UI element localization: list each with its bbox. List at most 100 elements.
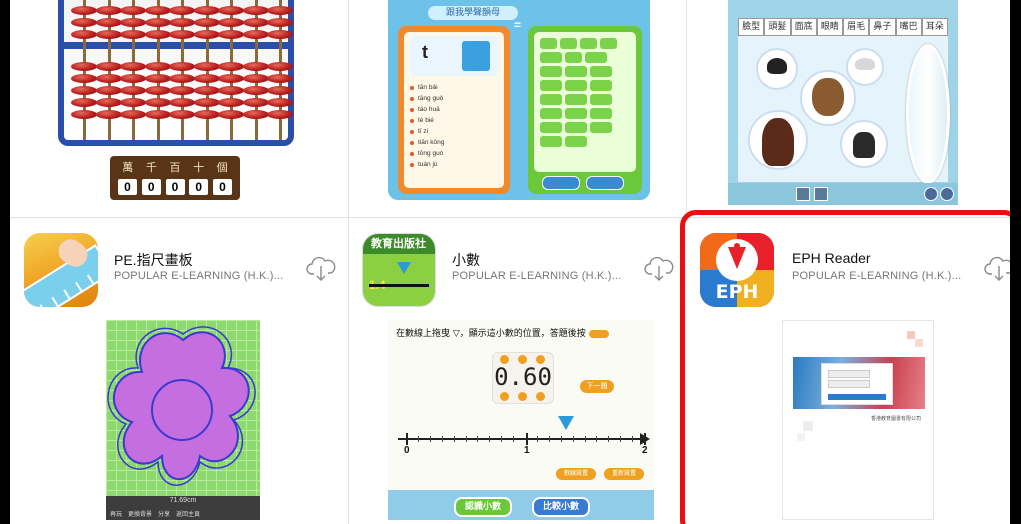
abacus-bead — [95, 6, 122, 15]
number-line-minor-tick — [441, 436, 443, 442]
letter-picture-icon — [462, 41, 490, 71]
letter-card: t — [410, 36, 498, 76]
pinyin-chip — [590, 66, 612, 77]
abacus-bead — [193, 98, 220, 107]
abacus-bead — [193, 86, 220, 95]
abacus-bead — [120, 110, 146, 119]
abacus-bead — [193, 62, 220, 71]
abacus-bead — [218, 86, 244, 95]
number-line-major-tick — [644, 433, 646, 445]
learn-decimal-button: 認識小數 — [454, 497, 512, 517]
abacus-bead — [242, 30, 269, 39]
app-name[interactable]: EPH Reader — [792, 250, 871, 266]
column-divider — [686, 0, 687, 216]
decimal-game-screenshot[interactable]: 在數線上拖曳 ▽，顯示這小數的位置，答題後按 0.60 下一題 0 1 2 數線… — [388, 320, 654, 520]
flower-drawing-screenshot[interactable]: 71.69cm 再玩 更換背景 分享 返回主頁 — [106, 320, 260, 520]
number-line-major-tick — [526, 433, 528, 445]
pinyin-word: tuán jù — [410, 159, 500, 170]
pinyin-page-button — [542, 176, 580, 190]
number-line-minor-tick — [489, 436, 491, 442]
face-part-tabs: 臉型 頭髮 面底 眼睛 眉毛 鼻子 嘴巴 耳朵 — [738, 18, 948, 36]
ruler-finger-icon[interactable] — [24, 233, 98, 307]
face-tab: 鼻子 — [869, 18, 896, 36]
app-developer[interactable]: POPULAR E-LEARNING (H.K.)... — [114, 270, 283, 282]
column-divider — [348, 0, 349, 524]
abacus-bead — [95, 30, 122, 39]
settings-button: 數線設置 — [556, 468, 596, 480]
hair-option — [756, 48, 798, 90]
cloud-download-icon[interactable] — [306, 256, 336, 282]
abacus-bead — [218, 62, 244, 71]
pinyin-app-screenshot[interactable]: 跟我學聲韻母 = t tān bǎi tāng guǒ táo huā tè b… — [388, 0, 650, 200]
pinyin-word: tè bié — [410, 115, 500, 126]
pinyin-chip — [540, 108, 562, 119]
pinyin-page-button — [586, 176, 624, 190]
abacus-bead — [169, 74, 195, 83]
abacus-bead — [169, 86, 195, 95]
place-label: 百 — [169, 161, 181, 174]
app-developer[interactable]: POPULAR E-LEARNING (H.K.)... — [452, 270, 621, 282]
eph-reader-screenshot[interactable]: 香港教育圖書有限公司 — [782, 320, 934, 520]
pinyin-chip — [565, 136, 587, 147]
pinyin-left-page: t tān bǎi tāng guǒ táo huā tè bié tī zi … — [398, 26, 510, 194]
abacus-screenshot[interactable]: 萬 千 百 十 個 0 0 0 0 0 — [50, 0, 302, 200]
cloud-download-icon[interactable] — [984, 256, 1010, 282]
abacus-bead — [242, 62, 269, 71]
abacus-bead — [120, 74, 146, 83]
abacus-bead — [267, 30, 293, 39]
face-builder-screenshot[interactable]: 臉型 頭髮 面底 眼睛 眉毛 鼻子 嘴巴 耳朵 — [728, 0, 958, 205]
abacus-bead — [169, 18, 195, 27]
face-tab: 頭髮 — [764, 18, 791, 36]
number-line-minor-tick — [596, 436, 598, 442]
number-line-minor-tick — [477, 436, 479, 442]
pinyin-chip — [540, 38, 557, 49]
app-developer[interactable]: POPULAR E-LEARNING (H.K.)... — [792, 270, 961, 282]
axis-label: 0 — [404, 445, 410, 456]
eph-logo-icon[interactable]: EPH — [700, 233, 774, 307]
pinyin-chip — [540, 66, 562, 77]
abacus-bead — [95, 62, 122, 71]
eph-icon-text: EPH — [715, 281, 759, 303]
place-label: 個 — [216, 161, 228, 174]
digit-display: 0 — [165, 179, 185, 195]
pinyin-chip — [585, 52, 607, 63]
abacus-bead — [218, 6, 244, 15]
abacus-bead — [95, 110, 122, 119]
number-line-minor-tick — [584, 436, 586, 442]
cloud-download-icon[interactable] — [644, 256, 674, 282]
app-name[interactable]: 小數 — [452, 250, 480, 270]
pinyin-chip — [565, 122, 587, 133]
abacus-bead — [71, 30, 97, 39]
abacus-bead — [242, 98, 269, 107]
abacus-bead — [218, 110, 244, 119]
number-line-minor-tick — [417, 436, 419, 442]
place-label: 十 — [193, 161, 205, 174]
face-tab: 眼睛 — [816, 18, 843, 36]
abacus-bead — [242, 86, 269, 95]
digit-display: 0 — [141, 179, 161, 195]
equals-sign: = — [514, 18, 522, 32]
flower-menu-item: 返回主頁 — [176, 511, 201, 518]
reader-footer-text: 香港教育圖書有限公司 — [870, 416, 921, 422]
pinyin-chip — [580, 38, 597, 49]
abacus-bead — [144, 18, 171, 27]
decimal-reading: 0.60 — [492, 352, 554, 404]
app-name[interactable]: PE.指尺畫板 — [114, 250, 193, 270]
pinyin-chip — [540, 94, 562, 105]
abacus-bead — [169, 6, 195, 15]
abacus-bead — [120, 86, 146, 95]
place-label: 萬 — [122, 161, 134, 174]
abacus-bead — [144, 74, 171, 83]
pinyin-chip — [565, 94, 587, 105]
abacus-bead — [193, 110, 220, 119]
abacus-bead — [71, 110, 97, 119]
flower-menu-item: 更換背景 — [128, 511, 153, 518]
abacus-bead — [120, 6, 146, 15]
compare-decimal-button: 比較小數 — [532, 497, 590, 517]
abacus-bead — [95, 98, 122, 107]
number-line-icon[interactable]: 教育出版社 1.4 — [362, 233, 436, 307]
pinyin-chip — [540, 80, 562, 91]
abacus-bead — [120, 98, 146, 107]
face-tab: 耳朵 — [921, 18, 948, 36]
number-line-minor-tick — [548, 436, 550, 442]
